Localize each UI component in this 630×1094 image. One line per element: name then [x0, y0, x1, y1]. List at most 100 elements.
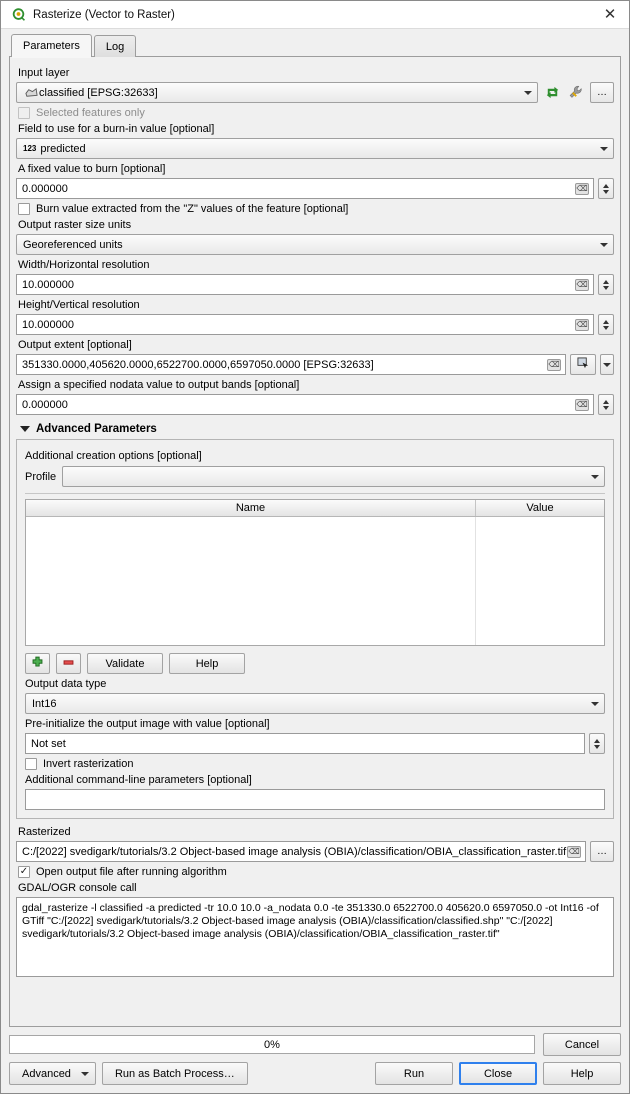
- pre-initialize-text: Not set: [31, 737, 66, 750]
- output-data-type-combo[interactable]: Int16: [25, 693, 605, 714]
- advanced-parameters-toggle[interactable]: Advanced Parameters: [20, 423, 614, 435]
- chevron-down-icon: [586, 467, 604, 486]
- height-resolution-row: 10.000000 ⌫: [16, 314, 614, 335]
- table-body[interactable]: [26, 517, 604, 645]
- selected-features-only-checkbox[interactable]: [18, 107, 30, 119]
- button-bar: Advanced Run as Batch Process… Run Close…: [9, 1062, 621, 1085]
- height-resolution-text: 10.000000: [22, 318, 74, 331]
- extra-params-row: [25, 789, 605, 810]
- clear-icon[interactable]: ⌫: [575, 318, 589, 331]
- console-call-text[interactable]: gdal_rasterize -l classified -a predicte…: [16, 897, 614, 977]
- table-actions-row: Validate Help: [25, 653, 605, 674]
- burn-from-z-row[interactable]: Burn value extracted from the "Z" values…: [18, 203, 614, 215]
- chevron-down-icon: [20, 426, 30, 432]
- run-as-batch-button[interactable]: Run as Batch Process…: [101, 1062, 248, 1085]
- run-as-batch-label: Run as Batch Process…: [114, 1067, 235, 1080]
- selected-features-only-row[interactable]: Selected features only: [18, 107, 614, 119]
- height-resolution-stepper[interactable]: [598, 314, 614, 335]
- profile-combo[interactable]: [62, 466, 605, 487]
- tab-parameters[interactable]: Parameters: [11, 34, 92, 58]
- output-browse-button[interactable]: …: [590, 841, 614, 862]
- chevron-down-icon: [603, 362, 611, 367]
- input-layer-combo[interactable]: classified [EPSG:32633]: [16, 82, 538, 103]
- input-layer-browse-button[interactable]: …: [590, 82, 614, 103]
- output-extent-menu-button[interactable]: [600, 354, 614, 375]
- chevron-down-icon: [595, 235, 613, 254]
- nodata-value-stepper[interactable]: [598, 394, 614, 415]
- rasterize-dialog: Rasterize (Vector to Raster) ✕ Parameter…: [0, 0, 630, 1094]
- plus-icon: [31, 656, 44, 672]
- cancel-button[interactable]: Cancel: [543, 1033, 621, 1056]
- add-option-button[interactable]: [25, 653, 50, 674]
- width-resolution-row: 10.000000 ⌫: [16, 274, 614, 295]
- numeric-field-icon: 123: [23, 144, 37, 153]
- ellipsis-icon: …: [597, 846, 607, 857]
- fixed-value-input[interactable]: 0.000000 ⌫: [16, 178, 594, 199]
- divider: [25, 493, 605, 494]
- output-extent-input[interactable]: 351330.0000,405620.0000,6522700.0000,659…: [16, 354, 566, 375]
- open-output-checkbox[interactable]: ✓: [18, 866, 30, 878]
- pre-initialize-input[interactable]: Not set: [25, 733, 585, 754]
- validate-label: Validate: [105, 657, 145, 670]
- open-output-row[interactable]: ✓ Open output file after running algorit…: [18, 866, 614, 878]
- minus-icon: [62, 656, 75, 672]
- table-column-value[interactable]: Value: [476, 500, 604, 516]
- progress-text: 0%: [264, 1038, 280, 1051]
- advanced-help-label: Help: [195, 657, 219, 670]
- extra-params-input[interactable]: [25, 789, 605, 810]
- size-units-combo[interactable]: Georeferenced units: [16, 234, 614, 255]
- run-button[interactable]: Run: [375, 1062, 453, 1085]
- open-output-label: Open output file after running algorithm: [36, 866, 227, 878]
- wrench-icon[interactable]: [566, 82, 586, 103]
- invert-rasterization-label: Invert rasterization: [43, 758, 134, 770]
- width-resolution-label: Width/Horizontal resolution: [18, 259, 150, 271]
- tab-log[interactable]: Log: [93, 35, 137, 57]
- chevron-down-icon: [519, 83, 537, 102]
- output-data-type-label: Output data type: [25, 678, 107, 690]
- output-extent-pick-button[interactable]: [570, 354, 596, 375]
- clear-icon[interactable]: ⌫: [575, 278, 589, 291]
- output-data-type-value: Int16: [32, 697, 57, 710]
- advanced-menu-label: Advanced: [22, 1067, 71, 1080]
- advanced-menu-button[interactable]: Advanced: [9, 1062, 96, 1085]
- qgis-logo-icon: [11, 7, 26, 22]
- input-layer-value: classified [EPSG:32633]: [39, 86, 158, 99]
- output-label: Rasterized: [18, 826, 71, 838]
- invert-rasterization-checkbox[interactable]: [25, 758, 37, 770]
- burn-field-combo[interactable]: 123 predicted: [16, 138, 614, 159]
- remove-option-button[interactable]: [56, 653, 81, 674]
- iterate-refresh-icon[interactable]: [542, 82, 562, 103]
- close-button[interactable]: Close: [459, 1062, 537, 1085]
- help-button[interactable]: Help: [543, 1062, 621, 1085]
- pre-initialize-stepper[interactable]: [589, 733, 605, 754]
- height-resolution-input[interactable]: 10.000000 ⌫: [16, 314, 594, 335]
- clear-icon[interactable]: ⌫: [575, 398, 589, 411]
- nodata-value-input[interactable]: 0.000000 ⌫: [16, 394, 594, 415]
- burn-from-z-checkbox[interactable]: [18, 203, 30, 215]
- output-extent-label: Output extent [optional]: [18, 339, 132, 351]
- table-column-name[interactable]: Name: [26, 500, 476, 516]
- invert-rasterization-row[interactable]: Invert rasterization: [25, 758, 605, 770]
- width-resolution-stepper[interactable]: [598, 274, 614, 295]
- burn-field-row: 123 predicted: [16, 138, 614, 159]
- clear-icon[interactable]: ⌫: [575, 182, 589, 195]
- output-path-input[interactable]: C:/[2022] svedigark/tutorials/3.2 Object…: [16, 841, 586, 862]
- output-extent-text: 351330.0000,405620.0000,6522700.0000,659…: [22, 358, 374, 371]
- advanced-help-button[interactable]: Help: [169, 653, 245, 674]
- clear-icon[interactable]: ⌫: [547, 358, 561, 371]
- clear-icon[interactable]: ⌫: [567, 845, 581, 858]
- size-units-row: Georeferenced units: [16, 234, 614, 255]
- profile-row: Profile: [25, 466, 605, 487]
- tab-log-label: Log: [105, 40, 125, 53]
- nodata-value-label: Assign a specified nodata value to outpu…: [18, 379, 300, 391]
- pre-initialize-label: Pre-initialize the output image with val…: [25, 718, 270, 730]
- width-resolution-input[interactable]: 10.000000 ⌫: [16, 274, 594, 295]
- close-icon[interactable]: ✕: [599, 4, 621, 26]
- fixed-value-stepper[interactable]: [598, 178, 614, 199]
- advanced-parameters-group: Additional creation options [optional] P…: [16, 439, 614, 819]
- validate-button[interactable]: Validate: [87, 653, 163, 674]
- parameters-panel: Input layer classified [EPSG:32633] … Se…: [9, 57, 621, 1027]
- nodata-value-row: 0.000000 ⌫: [16, 394, 614, 415]
- vector-layer-icon: [23, 83, 39, 102]
- output-path-row: C:/[2022] svedigark/tutorials/3.2 Object…: [16, 841, 614, 862]
